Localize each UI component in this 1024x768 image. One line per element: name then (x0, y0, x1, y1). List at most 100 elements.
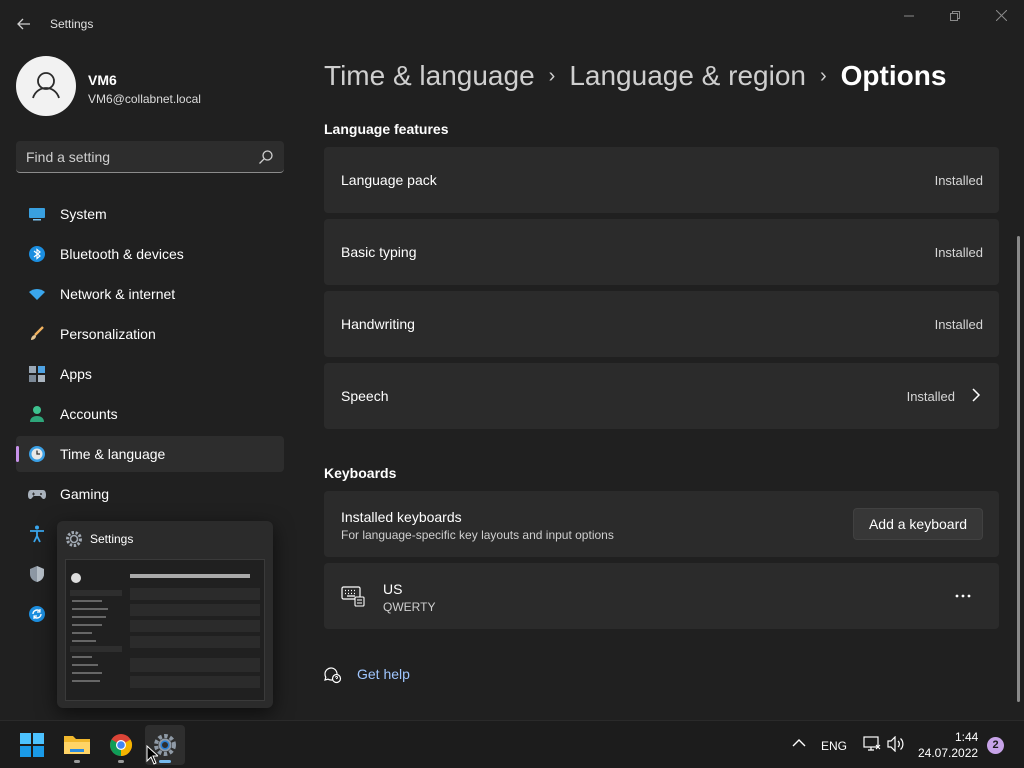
row-title: Installed keyboards (341, 509, 462, 525)
sidebar-item-system[interactable]: System (16, 196, 284, 232)
breadcrumb-link[interactable]: Language & region (569, 60, 806, 91)
windows-update-icon (29, 606, 45, 622)
minimize-button[interactable] (886, 6, 932, 28)
section-title-language-features: Language features (324, 121, 449, 137)
apps-icon (29, 366, 45, 382)
network-icon[interactable] (863, 736, 881, 752)
mouse-cursor-icon (146, 745, 158, 765)
keyboard-item-us: US QWERTY (324, 563, 999, 629)
windows-start-icon (20, 733, 44, 757)
clock-time[interactable]: 1:44 (955, 730, 978, 744)
handwriting-row: Handwriting Installed (324, 291, 999, 357)
more-options-button[interactable] (951, 587, 975, 605)
row-label: Speech (341, 388, 389, 404)
notification-badge[interactable]: 2 (987, 737, 1004, 754)
search-icon[interactable] (258, 149, 274, 165)
file-explorer-button[interactable] (57, 725, 97, 765)
avatar[interactable] (16, 56, 76, 116)
row-subtitle: For language-specific key layouts and in… (341, 528, 614, 542)
search-box[interactable] (16, 141, 284, 173)
sidebar-item-label: Time & language (60, 446, 166, 462)
sidebar-item-accounts[interactable]: Accounts (16, 396, 284, 432)
keyboard-icon (341, 586, 365, 607)
close-button[interactable] (978, 6, 1024, 28)
status-text: Installed (906, 389, 955, 404)
running-indicator (74, 760, 80, 763)
display-icon (29, 208, 45, 221)
active-indicator (16, 446, 19, 462)
accessibility-icon (30, 525, 44, 543)
status-text: Installed (934, 245, 983, 260)
sidebar-item-bluetooth[interactable]: Bluetooth & devices (16, 236, 284, 272)
chrome-button[interactable] (101, 725, 141, 765)
get-help-link[interactable]: Get help (357, 666, 410, 682)
sidebar-item-label: System (60, 206, 107, 222)
keyboard-name: US (383, 581, 403, 597)
sidebar-item-personalization[interactable]: Personalization (16, 316, 284, 352)
wifi-icon (29, 289, 45, 300)
sidebar-item-apps[interactable]: Apps (16, 356, 284, 392)
preview-window-image (66, 560, 264, 700)
user-name: VM6 (88, 72, 117, 88)
restore-button[interactable] (932, 6, 978, 28)
language-pack-row: Language pack Installed (324, 147, 999, 213)
breadcrumb-link[interactable]: Time & language (324, 60, 535, 91)
volume-icon[interactable] (887, 736, 905, 752)
brush-icon (31, 326, 44, 340)
speech-row[interactable]: Speech Installed (324, 363, 999, 429)
keyboard-layout: QWERTY (383, 600, 436, 614)
minimize-icon (904, 15, 914, 17)
running-indicator (118, 760, 124, 763)
sidebar-item-gaming[interactable]: Gaming (16, 476, 284, 512)
row-label: Language pack (341, 172, 437, 188)
more-options-icon (955, 594, 971, 598)
chevron-right-icon: › (548, 65, 556, 87)
row-label: Handwriting (341, 316, 415, 332)
installed-keyboards-row: Installed keyboards For language-specifi… (324, 491, 999, 557)
help-chat-icon[interactable] (322, 664, 342, 684)
sidebar-item-label: Accounts (60, 406, 118, 422)
chevron-right-icon (972, 388, 981, 402)
page-title: Options (840, 60, 947, 91)
section-title-keyboards: Keyboards (324, 465, 397, 481)
window-title: Settings (50, 17, 94, 31)
chevron-right-icon: › (819, 65, 827, 87)
user-icon (32, 72, 60, 99)
sidebar-item-label: Gaming (60, 486, 110, 502)
user-email: VM6@collabnet.local (88, 92, 201, 106)
scrollbar[interactable] (1017, 236, 1020, 702)
taskbar-preview[interactable]: Settings (57, 521, 273, 708)
chrome-icon (110, 734, 132, 756)
sidebar-item-label: Apps (60, 366, 92, 382)
preview-thumbnail (65, 559, 265, 701)
close-icon (995, 9, 1007, 22)
settings-gear-icon (66, 531, 82, 547)
restore-icon (950, 11, 960, 21)
shield-icon (30, 566, 44, 582)
breadcrumb: Time & language › Language & region › Option… (324, 58, 946, 94)
back-button[interactable] (10, 12, 38, 36)
search-input[interactable] (26, 141, 246, 172)
clock-globe-icon (29, 446, 45, 462)
clock-date[interactable]: 24.07.2022 (918, 746, 978, 760)
sidebar-item-label: Bluetooth & devices (60, 246, 184, 262)
sidebar-item-time-language[interactable]: Time & language (16, 436, 284, 472)
gamepad-icon (28, 490, 46, 499)
sidebar-item-network[interactable]: Network & internet (16, 276, 284, 312)
bluetooth-icon (29, 246, 45, 262)
sidebar-item-label: Personalization (60, 326, 156, 342)
active-indicator (159, 760, 171, 763)
sidebar-item-label: Network & internet (60, 286, 176, 302)
language-indicator[interactable]: ENG (821, 739, 847, 753)
row-label: Basic typing (341, 244, 417, 260)
back-arrow-icon (17, 18, 30, 30)
add-keyboard-button[interactable]: Add a keyboard (853, 508, 983, 540)
status-text: Installed (934, 317, 983, 332)
status-text: Installed (934, 173, 983, 188)
chevron-up-icon[interactable] (792, 738, 806, 748)
folder-icon (64, 736, 90, 754)
person-icon (30, 406, 44, 422)
start-button[interactable] (12, 725, 52, 765)
title-bar: Settings (0, 0, 1024, 48)
basic-typing-row: Basic typing Installed (324, 219, 999, 285)
